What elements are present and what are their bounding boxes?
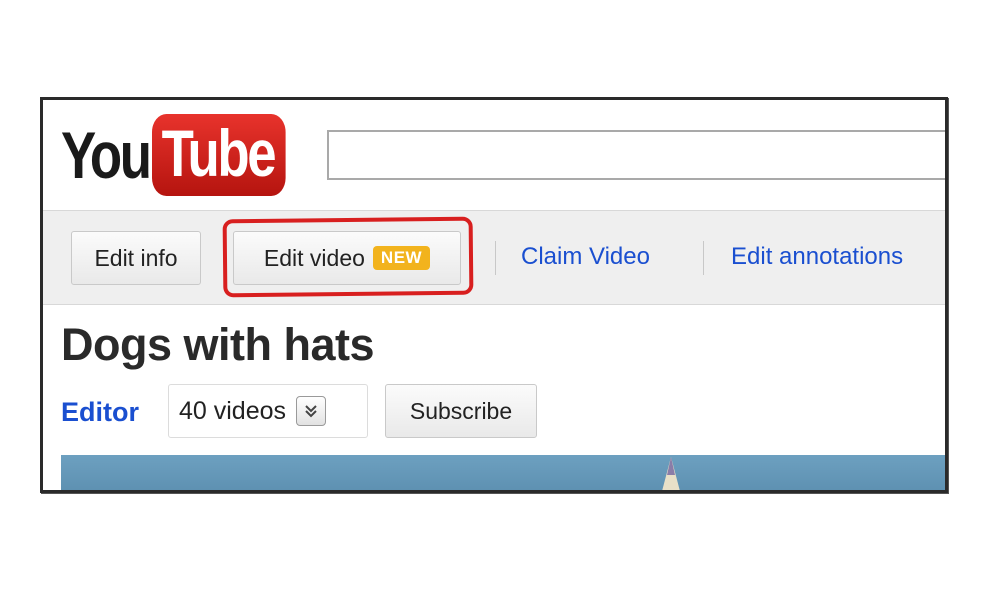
search-input[interactable] — [327, 130, 945, 180]
edit-annotations-link[interactable]: Edit annotations — [731, 243, 903, 271]
logo-tube-text: Tube — [151, 114, 286, 196]
videos-count: 40 videos — [179, 396, 287, 425]
video-action-bar: Edit info Edit video NEW Claim Video Edi… — [43, 210, 945, 305]
edit-info-label: Edit info — [94, 244, 178, 271]
logo-you-text: You — [61, 118, 152, 192]
youtube-logo[interactable]: You Tube — [61, 112, 319, 198]
video-thumbnail[interactable] — [61, 455, 945, 490]
edit-video-label: Edit video — [263, 244, 365, 271]
subscribe-button[interactable]: Subscribe — [385, 384, 537, 438]
subscribe-label: Subscribe — [409, 397, 513, 424]
divider — [703, 241, 704, 275]
divider — [495, 241, 496, 275]
thumbnail-figure — [662, 457, 680, 490]
new-badge: NEW — [372, 246, 431, 270]
editor-link[interactable]: Editor — [61, 397, 139, 428]
edit-video-button[interactable]: Edit video NEW — [233, 231, 461, 285]
videos-dropdown[interactable]: 40 videos — [168, 384, 368, 438]
screenshot-frame: You Tube Edit info Edit video NEW Claim … — [40, 97, 948, 493]
claim-video-link[interactable]: Claim Video — [521, 243, 650, 271]
masthead: You Tube — [43, 100, 945, 210]
chevron-down-icon[interactable] — [296, 396, 327, 426]
edit-info-button[interactable]: Edit info — [71, 231, 201, 285]
page-title: Dogs with hats — [61, 319, 375, 370]
channel-content: Dogs with hats Editor 40 videos Subscrib… — [43, 305, 945, 490]
